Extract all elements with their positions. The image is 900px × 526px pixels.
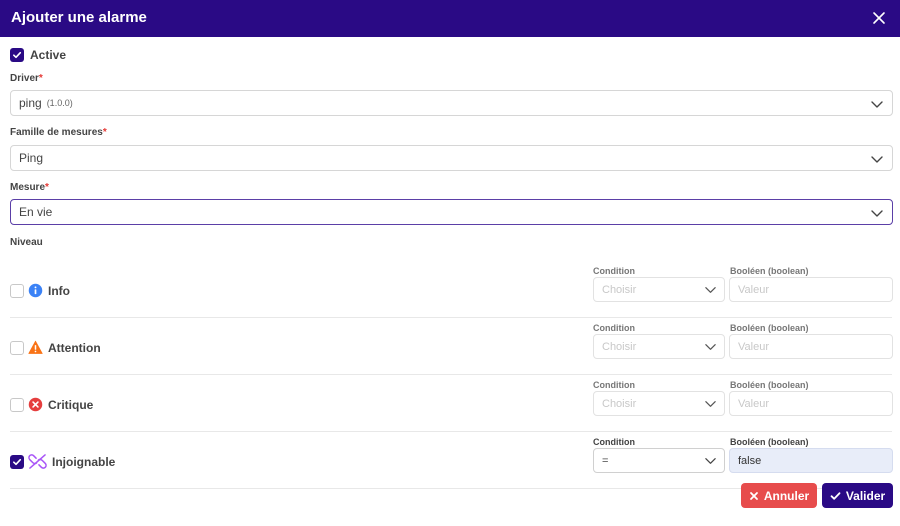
level-row-info: Info Condition Booléen (boolean) Choisir… xyxy=(0,261,900,318)
boolean-label: Booléen (boolean) xyxy=(730,266,809,276)
required-mark: * xyxy=(45,182,49,193)
boolean-label: Booléen (boolean) xyxy=(730,380,809,390)
active-label: Active xyxy=(30,47,67,62)
mesure-select[interactable]: En vie xyxy=(10,199,893,225)
chevron-down-icon xyxy=(871,101,883,108)
boolean-input[interactable]: Valeur xyxy=(729,391,893,416)
condition-select[interactable]: Choisir xyxy=(593,334,725,359)
level-name: Attention xyxy=(48,341,101,355)
dialog-title: Ajouter une alarme xyxy=(11,9,147,26)
chevron-down-icon xyxy=(871,156,883,163)
chevron-down-icon xyxy=(705,344,716,350)
mesure-label: Mesure* xyxy=(10,182,49,193)
check-icon xyxy=(830,491,841,500)
chevron-down-icon xyxy=(705,458,716,464)
condition-label: Condition xyxy=(593,380,635,390)
check-icon xyxy=(13,458,22,466)
condition-select[interactable]: Choisir xyxy=(593,391,725,416)
chevron-down-icon xyxy=(705,287,716,293)
boolean-label: Booléen (boolean) xyxy=(730,323,809,333)
close-icon xyxy=(749,491,758,500)
boolean-input[interactable]: Valeur xyxy=(729,334,893,359)
famille-label: Famille de mesures* xyxy=(10,127,107,138)
condition-select[interactable]: Choisir xyxy=(593,277,725,302)
niveau-label: Niveau xyxy=(10,237,43,248)
close-icon[interactable] xyxy=(870,9,888,27)
active-checkbox[interactable] xyxy=(10,47,24,62)
required-mark: * xyxy=(38,73,43,84)
boolean-input[interactable]: false xyxy=(729,448,893,473)
level-name: Critique xyxy=(48,398,94,412)
condition-label: Condition xyxy=(593,266,635,276)
driver-version: (1.0.0) xyxy=(46,98,73,108)
required-mark: * xyxy=(102,127,107,138)
condition-select[interactable]: = xyxy=(593,448,725,473)
attention-checkbox[interactable] xyxy=(10,341,24,355)
famille-value: Ping xyxy=(19,151,44,165)
info-checkbox[interactable] xyxy=(10,284,24,298)
boolean-label: Booléen (boolean) xyxy=(730,437,809,447)
dialog-header: Ajouter une alarme xyxy=(0,0,900,37)
active-toggle[interactable]: Active xyxy=(10,47,66,62)
driver-select[interactable]: ping (1.0.0) xyxy=(10,90,893,116)
check-icon xyxy=(13,51,22,58)
level-name: Injoignable xyxy=(52,455,116,469)
driver-value: ping xyxy=(19,96,42,110)
boolean-input[interactable]: Valeur xyxy=(729,277,893,302)
broken-link-icon xyxy=(28,454,47,469)
driver-label: Driver* xyxy=(10,73,43,84)
warning-icon xyxy=(28,340,43,354)
validate-button[interactable]: Valider xyxy=(822,483,893,508)
condition-label: Condition xyxy=(593,437,635,447)
cancel-label: Annuler xyxy=(763,488,810,503)
critique-checkbox[interactable] xyxy=(10,398,24,412)
critical-icon xyxy=(28,397,43,412)
famille-select[interactable]: Ping xyxy=(10,145,893,171)
info-icon xyxy=(28,283,43,298)
level-row-critique: Critique Condition Booléen (boolean) Cho… xyxy=(0,375,900,432)
chevron-down-icon xyxy=(871,210,883,217)
level-row-attention: Attention Condition Booléen (boolean) Ch… xyxy=(0,318,900,375)
mesure-value: En vie xyxy=(19,205,53,219)
level-name: Info xyxy=(48,284,70,298)
chevron-down-icon xyxy=(705,401,716,407)
injoignable-checkbox[interactable] xyxy=(10,455,24,469)
cancel-button[interactable]: Annuler xyxy=(741,483,817,508)
validate-label: Valider xyxy=(845,488,886,503)
condition-label: Condition xyxy=(593,323,635,333)
level-row-injoignable: Injoignable Condition Booléen (boolean) … xyxy=(0,432,900,489)
